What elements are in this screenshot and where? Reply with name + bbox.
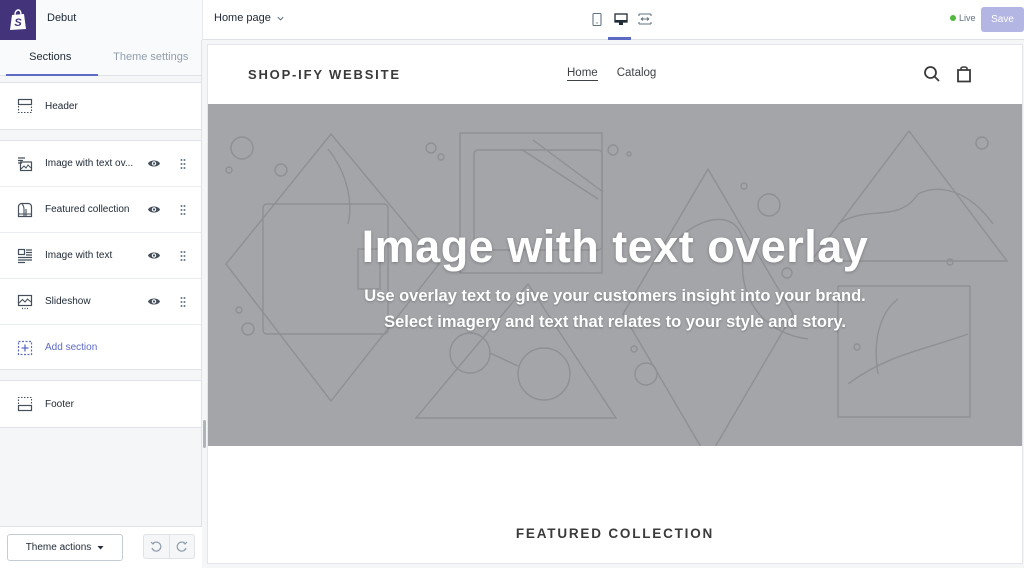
save-button[interactable]: Save bbox=[981, 7, 1024, 32]
undo-redo-group bbox=[143, 534, 195, 559]
active-device-indicator bbox=[608, 37, 631, 40]
section-item-footer[interactable]: Footer bbox=[0, 381, 201, 427]
section-label: Featured collection bbox=[45, 204, 130, 215]
shopify-logo[interactable]: S bbox=[0, 0, 36, 40]
drag-handle-icon[interactable] bbox=[179, 296, 187, 308]
hero-subtitle-line: Use overlay text to give your customers … bbox=[364, 287, 866, 305]
section-label: Footer bbox=[45, 398, 74, 410]
svg-text:S: S bbox=[14, 17, 22, 29]
section-label: Header bbox=[45, 100, 78, 112]
fullscreen-view-button[interactable] bbox=[636, 10, 654, 28]
section-item-image-overlay[interactable]: Image with text ov... bbox=[0, 141, 201, 187]
search-button[interactable] bbox=[923, 65, 941, 83]
active-tab-indicator bbox=[6, 74, 98, 76]
hero-title: Image with text overlay bbox=[361, 221, 869, 272]
site-logo[interactable]: SHOP-IFY WEBSITE bbox=[248, 67, 401, 82]
store-preview: SHOP-IFY WEBSITE Home Catalog Image with… bbox=[208, 45, 1022, 563]
mobile-view-button[interactable] bbox=[588, 10, 606, 28]
shopping-bag-icon bbox=[957, 66, 971, 83]
undo-button[interactable] bbox=[144, 535, 170, 558]
fullscreen-icon bbox=[638, 13, 652, 25]
add-section-button[interactable]: Add section bbox=[0, 325, 201, 369]
add-section-icon bbox=[17, 340, 33, 356]
divider bbox=[202, 0, 203, 40]
drag-handle-icon[interactable] bbox=[179, 250, 187, 262]
collection-icon bbox=[17, 202, 33, 218]
cart-button[interactable] bbox=[955, 65, 973, 83]
sidebar: Sections Theme settings Header Image wit… bbox=[0, 40, 202, 568]
device-switcher bbox=[588, 10, 654, 28]
page-selector[interactable]: Home page bbox=[214, 12, 285, 24]
live-label: Live bbox=[959, 13, 976, 23]
sidebar-bottom-bar: Theme actions bbox=[0, 526, 202, 568]
section-label: Image with text bbox=[45, 250, 113, 261]
theme-actions-label: Theme actions bbox=[25, 542, 92, 553]
section-label: Slideshow bbox=[45, 296, 91, 307]
desktop-view-button[interactable] bbox=[612, 10, 630, 28]
desktop-icon bbox=[614, 12, 628, 25]
site-header: SHOP-IFY WEBSITE Home Catalog bbox=[208, 45, 1022, 104]
drag-handle-icon[interactable] bbox=[179, 158, 187, 170]
live-status: Live bbox=[950, 13, 976, 23]
top-bar: S Debut Home page Live Save bbox=[0, 0, 1024, 40]
hero-image-overlay[interactable]: Image with text overlay Use overlay text… bbox=[208, 104, 1022, 446]
tab-theme-settings[interactable]: Theme settings bbox=[101, 40, 202, 75]
eye-icon[interactable] bbox=[147, 296, 161, 307]
sidebar-tabs: Sections Theme settings bbox=[0, 40, 201, 76]
footer-group: Footer bbox=[0, 380, 201, 428]
tab-sections[interactable]: Sections bbox=[0, 40, 101, 75]
slideshow-icon bbox=[17, 294, 33, 310]
page-selector-label: Home page bbox=[214, 12, 271, 24]
live-dot-icon bbox=[950, 15, 956, 21]
shopify-bag-icon: S bbox=[10, 9, 26, 30]
search-icon bbox=[924, 66, 940, 82]
nav-link-catalog[interactable]: Catalog bbox=[617, 67, 657, 81]
section-item-featured-collection[interactable]: Featured collection bbox=[0, 187, 201, 233]
footer-icon bbox=[17, 396, 33, 412]
header-icon bbox=[17, 98, 33, 114]
chevron-down-icon bbox=[277, 16, 284, 21]
undo-icon bbox=[150, 541, 162, 552]
nav-link-home[interactable]: Home bbox=[567, 67, 598, 81]
section-item-image-with-text[interactable]: Image with text bbox=[0, 233, 201, 279]
drag-handle-icon[interactable] bbox=[179, 204, 187, 216]
theme-editor: S Debut Home page Live Save Sections The… bbox=[0, 0, 1024, 568]
section-label: Image with text ov... bbox=[45, 158, 134, 169]
redo-icon bbox=[176, 541, 188, 552]
eye-icon[interactable] bbox=[147, 250, 161, 261]
site-nav: Home Catalog bbox=[567, 67, 656, 81]
hero-subtitle-line: Select imagery and text that relates to … bbox=[384, 313, 846, 331]
eye-icon[interactable] bbox=[147, 158, 161, 169]
section-item-slideshow[interactable]: Slideshow bbox=[0, 279, 201, 325]
section-item-header[interactable]: Header bbox=[0, 83, 201, 129]
caret-down-icon bbox=[97, 546, 104, 550]
eye-icon[interactable] bbox=[147, 204, 161, 215]
theme-actions-button[interactable]: Theme actions bbox=[7, 534, 123, 561]
mobile-icon bbox=[592, 12, 602, 26]
sidebar-scrollbar[interactable] bbox=[203, 420, 206, 448]
featured-collection-heading: FEATURED COLLECTION bbox=[515, 526, 715, 541]
sections-group: Image with text ov... Featured collectio… bbox=[0, 140, 201, 370]
image-text-icon bbox=[17, 248, 32, 264]
redo-button[interactable] bbox=[170, 535, 195, 558]
hero-subtitle: Use overlay text to give your customers … bbox=[208, 283, 1022, 335]
site-header-icons bbox=[923, 65, 973, 83]
header-group: Header bbox=[0, 82, 201, 130]
hero-background-illustration bbox=[225, 129, 1009, 446]
image-overlay-icon bbox=[18, 157, 33, 172]
theme-name: Debut bbox=[47, 12, 77, 24]
add-section-label: Add section bbox=[45, 341, 98, 353]
